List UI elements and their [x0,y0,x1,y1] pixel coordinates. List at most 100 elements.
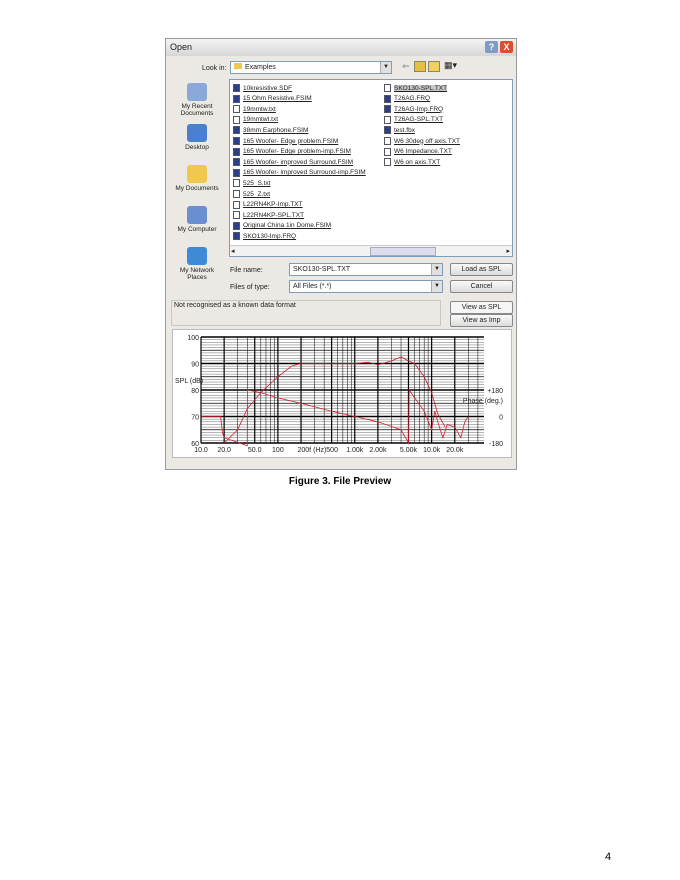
view-as-spl-button[interactable]: View as SPL [450,301,513,314]
file-item[interactable]: 525_S.txt [233,178,270,188]
scrollbar-thumb[interactable] [370,247,436,256]
file-name: 15 Ohm Resistive.FSIM [243,95,312,103]
x-tick-label: 2.00k [369,447,387,454]
chevron-down-icon: ▼ [431,264,442,275]
file-name: SKO130-Imp.FRQ [243,232,297,240]
file-item[interactable]: 165 Woofer- improved Surround-imp.FSIM [233,168,366,178]
file-item[interactable]: 19mmtw.txt [233,104,276,114]
file-item[interactable]: 15 Ohm Resistive.FSIM [233,94,312,104]
place-my-documents[interactable]: My Documents [170,165,224,192]
file-item[interactable]: W6 Impedance.TXT [384,147,452,157]
title-bar: Open ? X [166,39,516,56]
file-name: 525_S.txt [243,179,271,187]
place-label: My Recent Documents [180,103,214,117]
place-icon [187,124,207,142]
x-tick-label: 50.0 [248,447,262,454]
file-item[interactable]: L22RN4KP-Imp.TXT [233,200,303,210]
file-name-input[interactable]: SKO130-SPL.TXT ▼ [289,263,443,276]
y-tick-label: 90 [191,362,199,369]
horizontal-scrollbar[interactable]: ◂ ▸ [230,245,512,256]
file-item[interactable]: 10kresistive.SDF [233,83,292,93]
text-file-icon [233,115,240,124]
data-file-icon [233,158,240,167]
y2-tick-label: -180 [489,441,503,448]
place-label: My Documents [175,185,219,192]
status-box: Not recognised as a known data format [171,300,441,326]
open-dialog: Open ? X Look in: Examples ▼ ⇐ ▦▾ My Rece… [165,38,517,470]
file-item[interactable]: SKO130-SPL.TXT [384,83,448,93]
place-my-network-places[interactable]: My Network Places [170,247,224,281]
place-label: My Network Places [179,267,215,281]
file-name: 38mm Earphone.FSIM [243,126,309,134]
file-name: L22RN4KP-Imp.TXT [243,201,303,209]
view-as-imp-button[interactable]: View as Imp [450,314,513,327]
place-icon [187,165,207,183]
view-menu-icon[interactable]: ▦▾ [444,60,457,71]
file-item[interactable]: W6 30deg off axis.TXT [384,136,460,146]
data-file-icon [233,94,240,103]
file-name: L22RN4KP-SPL.TXT [243,211,305,219]
data-file-icon [233,147,240,156]
place-my-recent-documents[interactable]: My Recent Documents [170,83,224,117]
help-button[interactable]: ? [485,41,498,53]
x-tick-label: 5.00k [400,447,418,454]
file-list[interactable]: 10kresistive.SDF 15 Ohm Resistive.FSIM 19m… [229,79,513,257]
file-item[interactable]: T26AG-Imp.FRQ [384,104,443,114]
text-file-icon [233,190,240,198]
place-label: My Computer [177,226,217,233]
close-button[interactable]: X [500,41,513,53]
data-file-icon [384,105,391,114]
file-name: T26AG-Imp.FRQ [394,105,444,113]
file-item[interactable]: Original China 1in Dome.FSIM [233,221,331,231]
file-item[interactable]: L22RN4KP-SPL.TXT [233,210,304,220]
file-item[interactable]: 19mmtwt.txt [233,115,278,125]
cancel-button[interactable]: Cancel [450,280,513,293]
look-in-select[interactable]: Examples ▼ [230,61,392,74]
file-item[interactable]: test.fbx [384,125,415,135]
load-as-spl-button[interactable]: Load as SPL [450,263,513,276]
file-item[interactable]: SKO130-Imp.FRQ [233,231,296,241]
file-item[interactable]: 38mm Earphone.FSIM [233,125,308,135]
file-name: W6 on axis.TXT [394,158,441,166]
scroll-left-icon[interactable]: ◂ [231,247,235,255]
y-tick-label: 70 [191,415,199,422]
file-name: 525_Z.txt [243,190,271,198]
document-page: Open ? X Look in: Examples ▼ ⇐ ▦▾ My Rece… [0,0,680,880]
file-item[interactable]: 165 Woofer- Edge problem-imp.FSIM [233,147,351,157]
dialog-title: Open [170,42,193,52]
file-item[interactable]: 525_Z.txt [233,189,270,199]
file-type-value: All Files (*.*) [293,283,332,290]
place-my-computer[interactable]: My Computer [170,206,224,233]
data-file-icon [384,94,391,103]
text-file-icon [384,147,391,156]
status-text: Not recognised as a known data format [174,302,296,309]
place-icon [187,247,207,265]
scroll-right-icon[interactable]: ▸ [506,247,510,255]
back-icon[interactable]: ⇐ [402,61,410,72]
text-file-icon [384,137,391,145]
place-label: Desktop [185,144,209,151]
file-type-select[interactable]: All Files (*.*) ▼ [289,280,443,293]
file-item[interactable]: T26AG-SPL.TXT [384,115,443,125]
file-name: T26AG-SPL.TXT [394,116,444,124]
chart-svg: 60708090100+1800-18010.0 20.0 50.0 100 200f … [175,335,503,454]
place-icon [187,206,207,224]
text-file-icon [233,105,240,114]
y-axis-label: SPL (dB) [175,378,203,385]
file-item[interactable]: 165 Woofer- improved Surround.FSIM [233,157,353,167]
chevron-down-icon: ▼ [380,62,391,73]
file-name: 10kresistive.SDF [243,84,293,92]
up-folder-icon[interactable] [414,61,426,72]
file-item[interactable]: W6 on axis.TXT [384,157,440,167]
data-file-icon [233,126,240,135]
text-file-icon [384,84,391,92]
file-name-value: SKO130-SPL.TXT [293,266,351,273]
new-folder-icon[interactable] [428,61,440,72]
place-desktop[interactable]: Desktop [170,124,224,151]
file-item[interactable]: 165 Woofer- Edge problem.FSIM [233,136,338,146]
file-name: SKO130-SPL.TXT [394,84,448,92]
x-tick-label: 20.0k [446,447,464,454]
y2-tick-label: 0 [499,415,503,422]
text-file-icon [233,179,240,188]
file-item[interactable]: T26AG.FRQ [384,94,430,104]
